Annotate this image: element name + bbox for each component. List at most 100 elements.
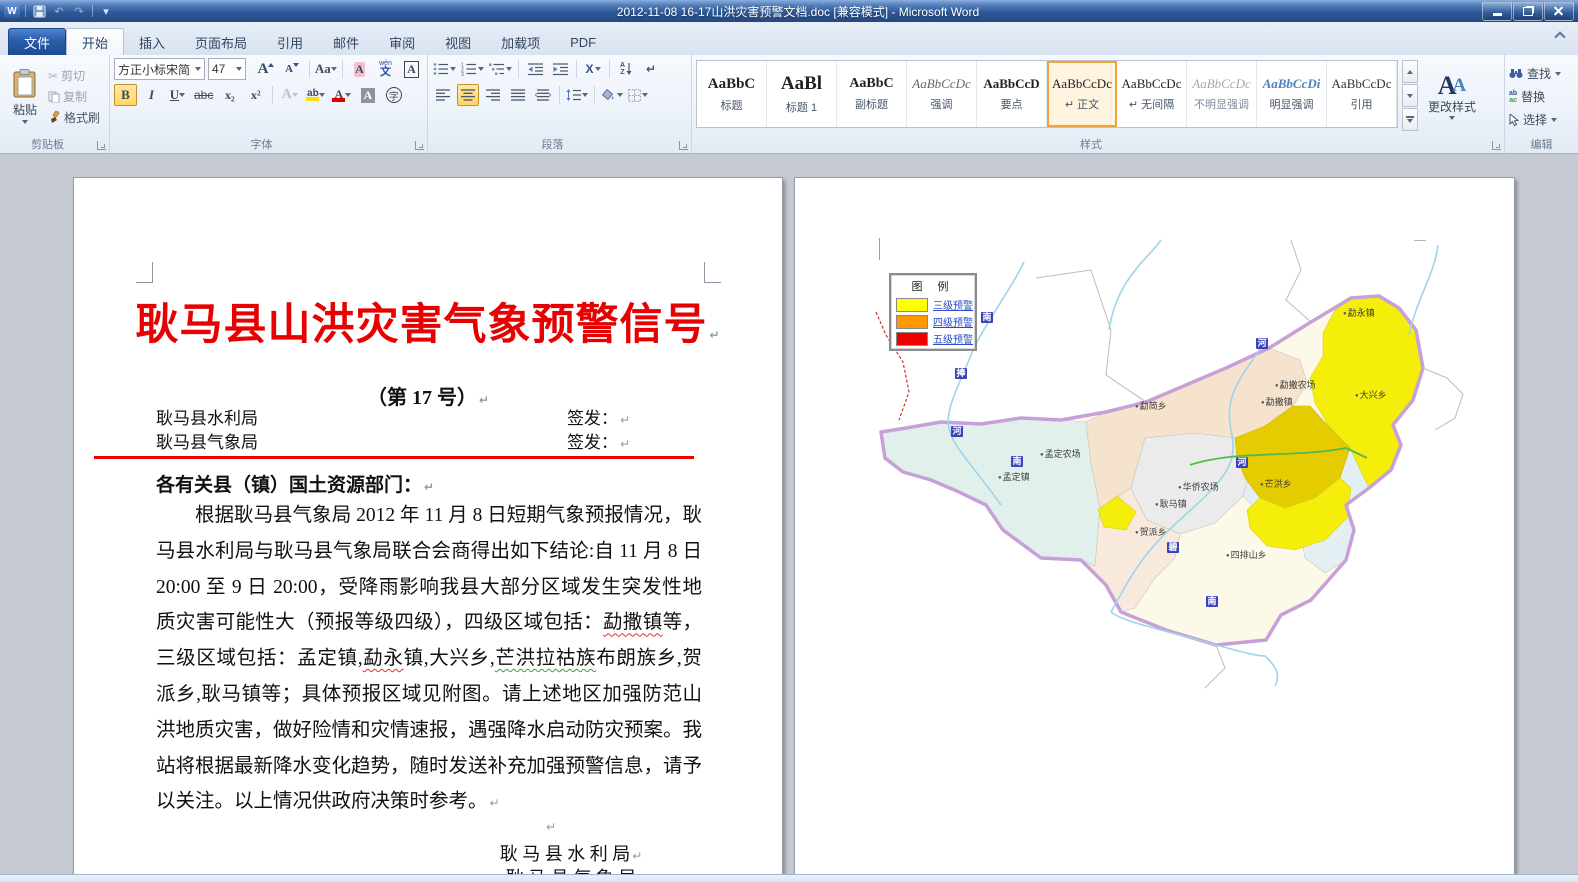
- tab-加载项[interactable]: 加载项: [486, 29, 555, 55]
- paste-button[interactable]: 粘贴: [4, 58, 46, 135]
- divider: [25, 5, 26, 17]
- document-area[interactable]: 耿马县山洪灾害气象预警信号↵ （第 17 号）↵ 耿马县水利局签发：↵耿马县气象…: [0, 154, 1578, 874]
- style-副标题[interactable]: AaBbC副标题: [837, 61, 907, 127]
- legend-swatch: [896, 332, 928, 346]
- font-dialog-launcher[interactable]: [415, 141, 424, 150]
- select-button[interactable]: 选择: [1509, 111, 1574, 128]
- style-标题[interactable]: AaBbC标题: [697, 61, 767, 127]
- underline-button[interactable]: U: [166, 84, 189, 106]
- style-无间隔[interactable]: AaBbCcDc↵ 无间隔: [1117, 61, 1187, 127]
- bullet-list-icon[interactable]: [432, 58, 457, 80]
- change-styles-button[interactable]: AA 更改样式: [1422, 58, 1482, 136]
- numbered-list-icon[interactable]: 123: [460, 58, 485, 80]
- decrease-indent-icon[interactable]: [524, 58, 546, 80]
- body-text-segment: 镇,大兴乡,: [404, 648, 495, 669]
- font-color-button[interactable]: A: [330, 84, 353, 106]
- show-marks-icon[interactable]: ↵: [640, 58, 662, 80]
- strikethrough-button[interactable]: abc: [192, 84, 215, 106]
- increase-indent-icon[interactable]: [549, 58, 571, 80]
- change-styles-aa-icon: AA: [1438, 74, 1467, 97]
- tab-插入[interactable]: 插入: [124, 29, 180, 55]
- save-icon[interactable]: [31, 3, 47, 19]
- justify-icon[interactable]: [507, 84, 529, 106]
- tab-审阅[interactable]: 审阅: [374, 29, 430, 55]
- font-size-select[interactable]: 47: [208, 58, 246, 80]
- org-row: 耿马县水利局签发：↵: [156, 404, 702, 428]
- find-button[interactable]: 查找: [1509, 65, 1574, 82]
- text-effects-button[interactable]: A: [278, 84, 301, 106]
- tab-PDF[interactable]: PDF: [555, 29, 611, 55]
- undo-icon[interactable]: ↶: [51, 3, 67, 19]
- multilevel-list-icon[interactable]: [488, 58, 513, 80]
- title-bar: W ↶ ↷ ▾ 2012-11-08 16-17山洪灾害预警文档.doc [兼容…: [0, 0, 1578, 22]
- format-painter-button[interactable]: 格式刷: [48, 109, 100, 126]
- salutation: 各有关县（镇）国土资源部门：↵: [156, 470, 434, 497]
- grow-font-button[interactable]: A: [255, 58, 278, 80]
- legend-items: 三级预警四级预警五级预警: [896, 296, 970, 347]
- superscript-button[interactable]: x²: [244, 84, 267, 106]
- collapse-ribbon-icon[interactable]: [1556, 30, 1564, 38]
- river-label-碧: 碧: [1167, 542, 1179, 553]
- shading-bucket-icon[interactable]: [600, 84, 624, 106]
- style-标题 1[interactable]: AaBl标题 1: [767, 61, 837, 127]
- styles-scroll-down-icon[interactable]: [1402, 84, 1418, 107]
- style-要点[interactable]: AaBbCcD要点: [977, 61, 1047, 127]
- phonetic-guide-icon[interactable]: wén文: [374, 58, 397, 80]
- font-name-select[interactable]: 方正小标宋简: [114, 58, 205, 80]
- highlight-color-button[interactable]: ab: [304, 84, 327, 106]
- styles-dialog-launcher[interactable]: [1492, 141, 1501, 150]
- subscript-button[interactable]: x₂: [218, 84, 241, 106]
- italic-button[interactable]: I: [140, 84, 163, 106]
- paste-clipboard-icon: [12, 69, 38, 99]
- tab-视图[interactable]: 视图: [430, 29, 486, 55]
- group-label-styles: 样式: [692, 136, 1490, 152]
- borders-icon[interactable]: [627, 84, 649, 106]
- style-明显强调[interactable]: AaBbCcDi明显强调: [1257, 61, 1327, 127]
- styles-scroll-up-icon[interactable]: [1402, 60, 1418, 83]
- divider: [92, 5, 93, 17]
- style-引用[interactable]: AaBbCcDc引用: [1327, 61, 1397, 127]
- asian-layout-icon[interactable]: X: [582, 58, 604, 80]
- svg-text:3: 3: [461, 72, 464, 76]
- legend-swatch: [896, 315, 928, 329]
- bold-button[interactable]: B: [114, 84, 137, 106]
- minimize-button[interactable]: [1482, 2, 1512, 21]
- style-不明显强调[interactable]: AaBbCcDc不明显强调: [1187, 61, 1257, 127]
- align-right-icon[interactable]: [482, 84, 504, 106]
- misspelled-text: 勐永: [363, 648, 404, 669]
- document-page-2[interactable]: 图 例 三级预警四级预警五级预警 ●勐永镇●勐简乡●勐撒农场●勐撒镇●大兴乡●孟…: [794, 177, 1515, 874]
- close-button[interactable]: [1544, 2, 1574, 21]
- enclose-character-button[interactable]: 字: [382, 84, 405, 106]
- redo-icon[interactable]: ↷: [71, 3, 87, 19]
- style-正文[interactable]: AaBbCcDc↵ 正文: [1047, 61, 1117, 127]
- cut-button[interactable]: ✂剪切: [48, 67, 100, 84]
- style-强调[interactable]: AaBbCcDc强调: [907, 61, 977, 127]
- word-app-icon[interactable]: W: [4, 4, 20, 18]
- change-case-button[interactable]: Aa: [314, 58, 337, 80]
- restore-button[interactable]: [1513, 2, 1543, 21]
- paragraph-dialog-launcher[interactable]: [679, 141, 688, 150]
- shrink-font-button[interactable]: A: [281, 58, 304, 80]
- replace-button[interactable]: abac 替换: [1509, 88, 1574, 105]
- map-legend: 图 例 三级预警四级预警五级预警: [889, 273, 977, 351]
- line-spacing-icon[interactable]: [565, 84, 589, 106]
- sort-icon[interactable]: AZ: [615, 58, 637, 80]
- tab-开始[interactable]: 开始: [66, 28, 124, 55]
- align-center-icon[interactable]: [457, 84, 479, 106]
- distribute-icon[interactable]: [532, 84, 554, 106]
- tab-页面布局[interactable]: 页面布局: [180, 29, 262, 55]
- align-left-icon[interactable]: [432, 84, 454, 106]
- document-page-1[interactable]: 耿马县山洪灾害气象预警信号↵ （第 17 号）↵ 耿马县水利局签发：↵耿马县气象…: [73, 177, 783, 874]
- qat-customize-icon[interactable]: ▾: [98, 3, 114, 19]
- tab-引用[interactable]: 引用: [262, 29, 318, 55]
- styles-more-icon[interactable]: [1402, 108, 1418, 131]
- river-label-南: 南: [981, 312, 993, 323]
- clear-formatting-icon[interactable]: A: [348, 58, 371, 80]
- character-shading-button[interactable]: A: [356, 84, 379, 106]
- group-styles: AaBbC标题AaBl标题 1AaBbC副标题AaBbCcDc强调AaBbCcD…: [692, 55, 1505, 153]
- tab-file[interactable]: 文件: [8, 28, 66, 55]
- character-border-icon[interactable]: A: [400, 58, 423, 80]
- tab-邮件[interactable]: 邮件: [318, 29, 374, 55]
- clipboard-dialog-launcher[interactable]: [97, 141, 106, 150]
- copy-button[interactable]: 复制: [48, 88, 100, 105]
